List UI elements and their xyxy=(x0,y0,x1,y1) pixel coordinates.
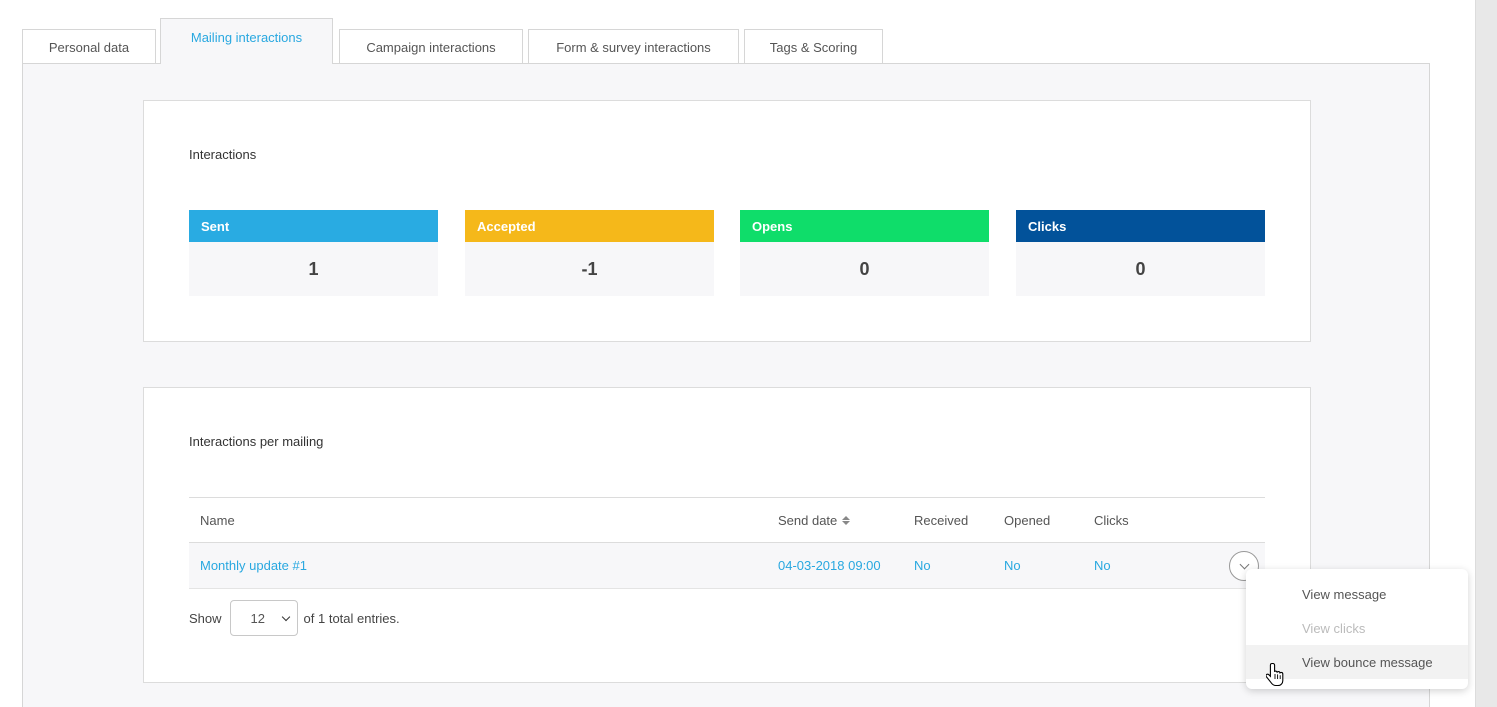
page-size-select[interactable]: 12 xyxy=(229,600,298,636)
row-send-date: 04-03-2018 09:00 xyxy=(778,558,881,573)
row-opened: No xyxy=(1004,558,1021,573)
tab-mailing-interactions[interactable]: Mailing interactions xyxy=(160,18,333,64)
chevron-down-icon xyxy=(281,612,290,621)
hand-cursor-icon xyxy=(1266,662,1284,687)
stat-sent-value: 1 xyxy=(308,258,319,279)
col-clicks[interactable]: Clicks xyxy=(1094,498,1129,542)
stat-accepted-value: -1 xyxy=(581,258,598,279)
tab-label: Form & survey interactions xyxy=(556,39,711,55)
col-opened[interactable]: Opened xyxy=(1004,498,1050,542)
tab-personal-data[interactable]: Personal data xyxy=(22,29,156,64)
row-name-link[interactable]: Monthly update #1 xyxy=(200,543,307,588)
interactions-panel: Interactions Sent 1 Accepted -1 Opens 0 … xyxy=(143,100,1311,342)
page-scrollbar[interactable] xyxy=(1475,0,1497,707)
sort-icon[interactable] xyxy=(842,515,851,525)
col-name[interactable]: Name xyxy=(200,498,235,542)
menu-view-message[interactable]: View message xyxy=(1246,577,1468,611)
stat-opens: Opens 0 xyxy=(740,210,989,296)
tab-campaign-interactions[interactable]: Campaign interactions xyxy=(339,29,523,64)
stat-clicks: Clicks 0 xyxy=(1016,210,1265,296)
pagination-show: Show 12 of 1 total entries. xyxy=(189,600,400,636)
menu-view-clicks[interactable]: View clicks xyxy=(1246,611,1468,645)
tab-label: Mailing interactions xyxy=(190,30,303,45)
per-mailing-title: Interactions per mailing xyxy=(189,434,324,449)
table-header: Name Send date Received Opened Clicks xyxy=(189,497,1265,543)
tab-label: Personal data xyxy=(48,39,130,55)
stat-opens-header: Opens xyxy=(740,210,989,242)
show-label: Show xyxy=(189,610,222,626)
stat-opens-value: 0 xyxy=(859,258,870,279)
total-entries-label: of 1 total entries. xyxy=(303,610,400,626)
table-row: Monthly update #1 04-03-2018 09:00 No No… xyxy=(189,543,1265,589)
tab-bar: Personal data Mailing interactions Campa… xyxy=(22,18,1432,64)
row-received: No xyxy=(914,558,931,573)
chevron-down-icon xyxy=(1239,559,1249,570)
tab-form-survey-interactions[interactable]: Form & survey interactions xyxy=(528,29,739,64)
tab-label: Tags & Scoring xyxy=(769,39,858,55)
interactions-per-mailing-panel: Interactions per mailing Name Send date … xyxy=(143,387,1311,683)
stat-clicks-value: 0 xyxy=(1135,258,1146,279)
interactions-title: Interactions xyxy=(189,147,257,162)
stat-clicks-header: Clicks xyxy=(1016,210,1265,242)
stat-accepted: Accepted -1 xyxy=(465,210,714,296)
col-send-date-label: Send date xyxy=(778,512,838,528)
mailing-table: Name Send date Received Opened Clicks Mo… xyxy=(189,497,1265,589)
page-size-value: 12 xyxy=(250,610,265,626)
tab-tags-scoring[interactable]: Tags & Scoring xyxy=(744,29,883,64)
tab-content: Interactions Sent 1 Accepted -1 Opens 0 … xyxy=(22,63,1430,707)
col-send-date[interactable]: Send date xyxy=(778,498,851,542)
col-received[interactable]: Received xyxy=(914,498,968,542)
row-clicks: No xyxy=(1094,558,1111,573)
tab-label: Campaign interactions xyxy=(366,39,496,55)
stat-sent: Sent 1 xyxy=(189,210,438,296)
stat-sent-header: Sent xyxy=(189,210,438,242)
stat-accepted-header: Accepted xyxy=(465,210,714,242)
